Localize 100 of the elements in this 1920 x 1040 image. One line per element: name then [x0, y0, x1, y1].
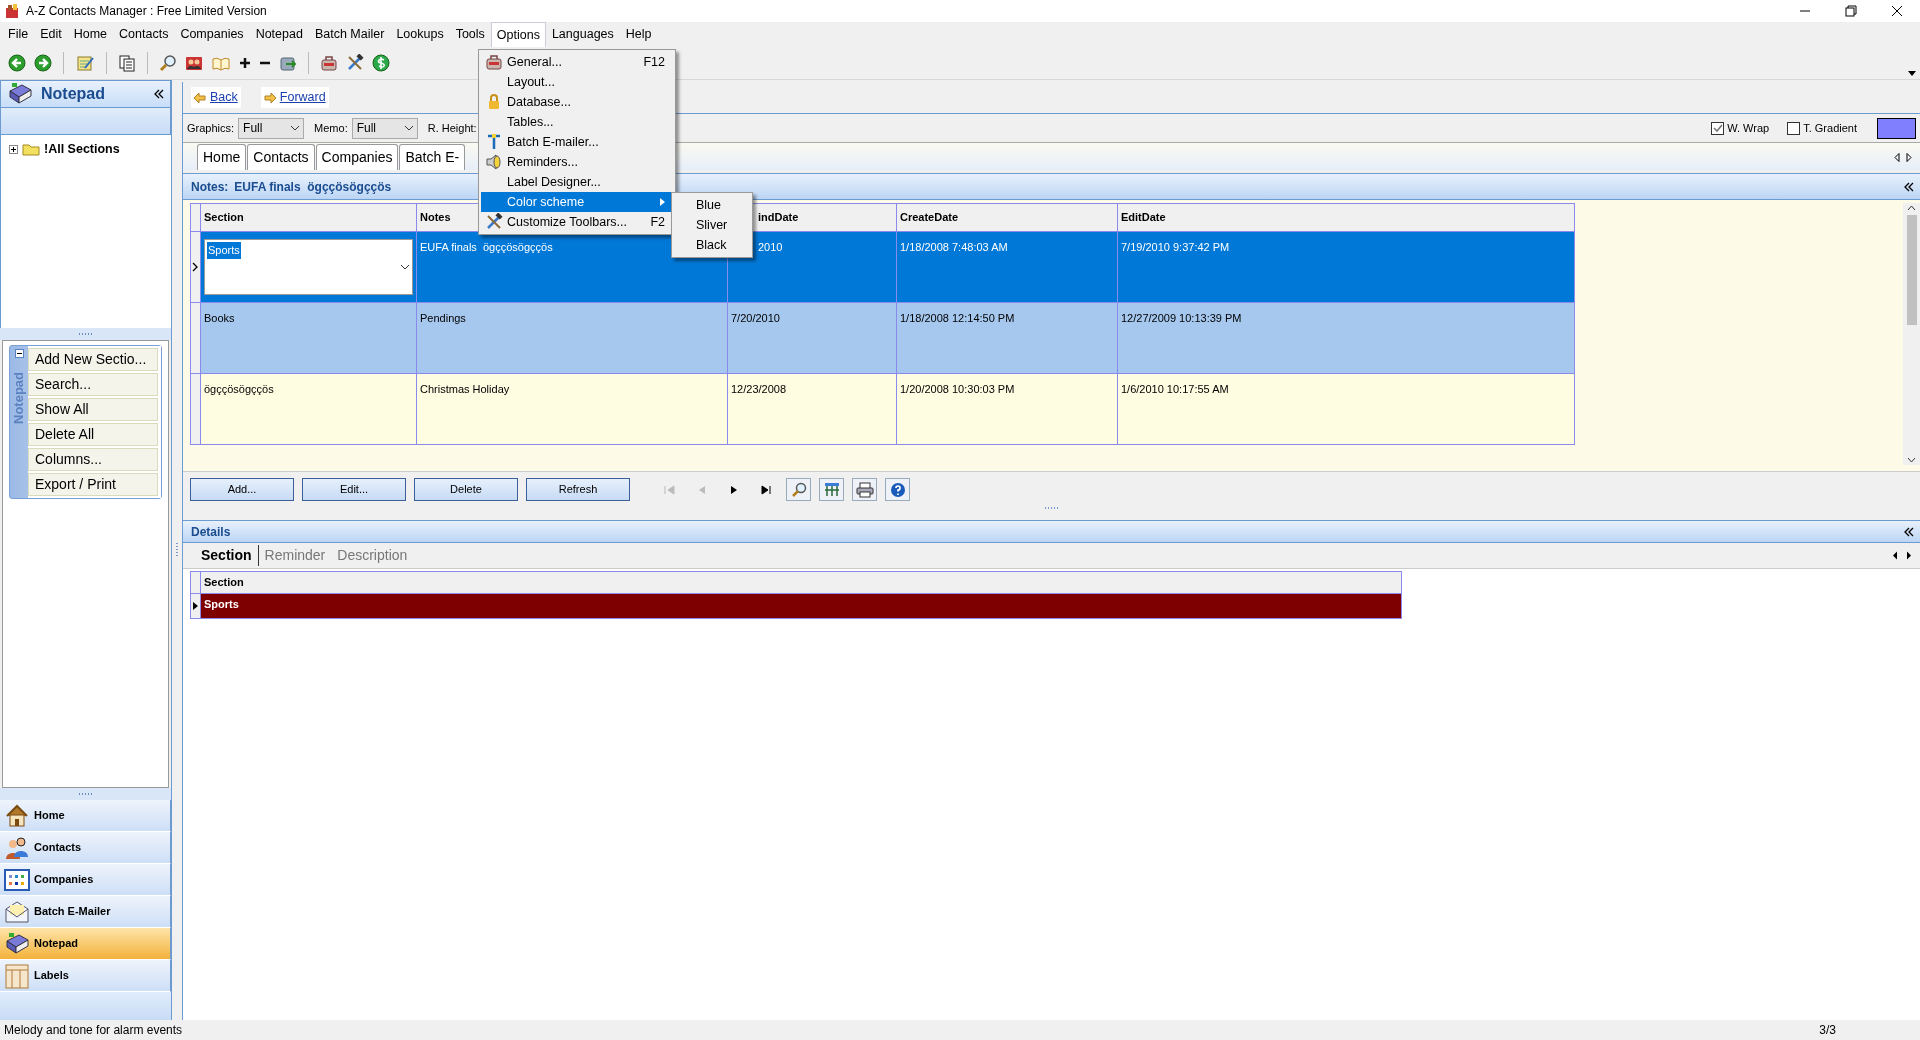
tab[interactable]: Contacts	[247, 144, 315, 170]
column-header[interactable]: EditDate	[1117, 203, 1575, 232]
column-header[interactable]: CreateDate	[896, 203, 1118, 232]
tree-item[interactable]: !All Sections	[44, 140, 120, 159]
scroll-right-icon[interactable]	[1906, 153, 1912, 162]
table-row[interactable]: ögççösögççös Christmas Holiday 12/23/2008 1/20/2008 10:30:03 PM 1/6/2010 10:17:55 AM	[190, 373, 1575, 445]
menu-item[interactable]: Black	[672, 235, 752, 255]
table-cell: EUFA finals ögççösögççös	[420, 241, 553, 253]
menu-item[interactable]: Customize Toolbars... F2	[481, 212, 673, 232]
help-icon[interactable]	[889, 481, 906, 498]
nav-button[interactable]: Batch E-Mailer	[0, 896, 171, 928]
dollar-icon[interactable]	[372, 54, 390, 72]
graphics-dropdown[interactable]: Full	[238, 117, 305, 139]
scroll-left-icon[interactable]	[1894, 153, 1900, 162]
field-label: Memo:	[314, 120, 348, 136]
collapse-icon[interactable]	[1904, 526, 1914, 537]
menu-item[interactable]: Home	[67, 21, 114, 48]
back-link[interactable]: Back	[191, 87, 241, 108]
nav-button[interactable]: Labels	[0, 960, 171, 992]
task-button[interactable]: Show All	[28, 398, 158, 421]
toolbar-options-icon[interactable]	[1908, 71, 1916, 77]
last-record-icon[interactable]	[760, 484, 772, 495]
menu-item[interactable]: Label Designer...	[481, 172, 673, 192]
column-header[interactable]: Section	[200, 203, 417, 232]
tab[interactable]: Description	[331, 545, 414, 566]
action-button[interactable]: Edit...	[302, 478, 406, 501]
menu-item[interactable]: Help	[619, 21, 658, 48]
tab[interactable]: Section	[195, 545, 259, 566]
people-card-icon[interactable]	[185, 54, 203, 72]
scrollbar[interactable]	[1903, 203, 1920, 465]
table-cell: Books	[204, 312, 235, 324]
task-button[interactable]: Export / Print	[28, 473, 158, 496]
collapse-icon[interactable]	[154, 89, 164, 99]
field-label: R. Height:	[427, 120, 477, 136]
task-group-label: Notepad	[10, 372, 28, 424]
task-button[interactable]: Search...	[28, 373, 158, 396]
table-row[interactable]: Books Pendings 7/20/2010 1/18/2008 12:14:50 PM 12/27/2009 10:13:39 PM	[190, 302, 1575, 374]
column-header[interactable]: Section	[200, 571, 1402, 593]
menu-item[interactable]: Tables...	[481, 112, 673, 132]
collapse-icon[interactable]	[14, 349, 24, 358]
caret-icon	[403, 125, 414, 131]
memo-dropdown[interactable]: Full	[351, 117, 418, 139]
task-button[interactable]: Delete All	[28, 423, 158, 446]
menu-item[interactable]: File	[2, 21, 35, 48]
checkbox[interactable]	[1787, 121, 1801, 135]
printer-icon[interactable]	[855, 481, 874, 498]
scroll-left-icon[interactable]	[1892, 551, 1898, 560]
search-icon[interactable]	[159, 54, 177, 72]
section-dropdown[interactable]: Sports	[204, 239, 413, 295]
expand-node-icon[interactable]	[9, 144, 18, 154]
menu-item[interactable]: Options	[490, 21, 546, 48]
toolbox-icon[interactable]	[320, 54, 338, 72]
forward-link[interactable]: Forward	[260, 87, 329, 108]
plus-icon[interactable]	[239, 57, 251, 69]
menu-item[interactable]: Lookups	[390, 21, 450, 48]
nav-button[interactable]: Companies	[0, 864, 171, 896]
search-icon[interactable]	[790, 481, 807, 498]
menu-item[interactable]: General... F12	[481, 52, 673, 72]
nav-button[interactable]: Home	[0, 800, 171, 832]
checkbox-label: T. Gradient	[1803, 120, 1857, 136]
action-button[interactable]: Delete	[414, 478, 518, 501]
tab[interactable]: Home	[197, 144, 247, 170]
menu-item[interactable]: Reminders...	[481, 152, 673, 172]
menu-item[interactable]: Database...	[481, 92, 673, 112]
checkbox[interactable]	[1711, 121, 1725, 135]
scroll-right-icon[interactable]	[1906, 551, 1912, 560]
action-button[interactable]: Refresh	[526, 478, 630, 501]
collapse-icon[interactable]	[1904, 181, 1914, 192]
menu-item[interactable]: Batch E-mailer...	[481, 132, 673, 152]
notepad-icon[interactable]	[75, 54, 95, 72]
back-arrow-icon[interactable]	[8, 54, 26, 72]
task-button[interactable]: Columns...	[28, 448, 158, 471]
envelope-icon	[4, 899, 30, 924]
color-swatch[interactable]	[1877, 117, 1916, 139]
menu-item[interactable]: Languages	[545, 21, 620, 48]
tab[interactable]: Batch E-	[399, 144, 466, 170]
menu-item[interactable]: Tools	[449, 21, 491, 48]
menu-item[interactable]: Companies	[174, 21, 250, 48]
panel-title: Details	[191, 523, 231, 541]
export-icon[interactable]	[279, 54, 297, 72]
tab[interactable]: Companies	[315, 144, 399, 170]
menu-item[interactable]: Contacts	[113, 21, 175, 48]
menu-item[interactable]: Notepad	[249, 21, 309, 48]
splitter-grip-icon[interactable]	[175, 542, 179, 558]
next-record-icon[interactable]	[729, 484, 739, 495]
menu-item[interactable]: Layout...	[481, 72, 673, 92]
action-button[interactable]: Add...	[190, 478, 294, 501]
tab[interactable]: Reminder	[258, 545, 332, 566]
pages-icon[interactable]	[118, 54, 136, 72]
menu-item[interactable]: Edit	[34, 21, 68, 48]
columns-icon[interactable]	[823, 481, 840, 498]
tools-icon[interactable]	[346, 54, 364, 72]
nav-button[interactable]: Notepad	[0, 928, 171, 960]
menu-item[interactable]: Batch Mailer	[308, 21, 391, 48]
menu-item[interactable]: Color scheme	[481, 192, 673, 212]
scroll-thumb[interactable]	[1906, 215, 1917, 325]
task-button[interactable]: Add New Sectio...	[28, 348, 158, 371]
table-cell: 7/20/2010	[731, 312, 780, 324]
nav-button[interactable]: Contacts	[0, 832, 171, 864]
forward-arrow-icon[interactable]	[34, 54, 52, 72]
